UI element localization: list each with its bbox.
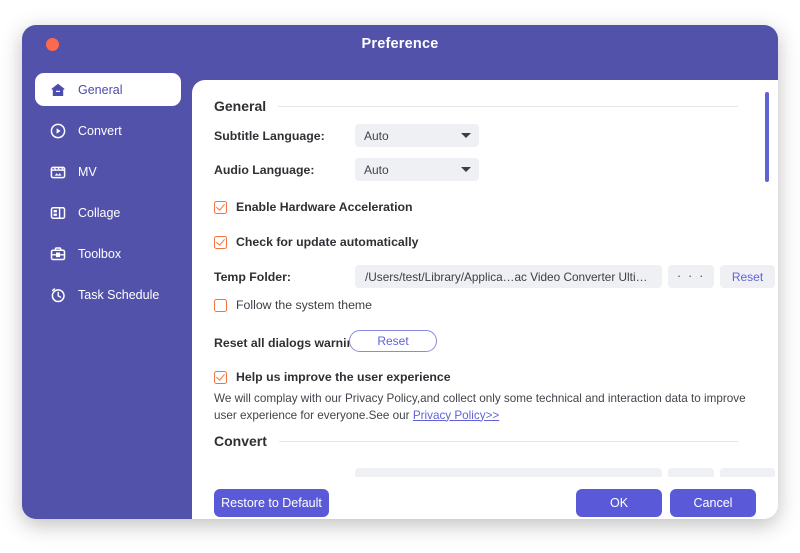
preference-window: Preference General Convert MV Collage To… (22, 25, 778, 519)
output-folder-browse-button-clipped[interactable] (668, 468, 714, 477)
enable-hardware-acceleration-row[interactable]: Enable Hardware Acceleration (214, 200, 413, 214)
audio-language-select[interactable]: Auto (355, 158, 479, 181)
vertical-scrollbar[interactable] (765, 92, 769, 472)
restore-to-default-button[interactable]: Restore to Default (214, 489, 329, 517)
toolbox-icon (49, 245, 67, 263)
check-update-automatically-checkbox[interactable] (214, 235, 227, 249)
title-bar: Preference (22, 25, 778, 65)
privacy-description: We will complay with our Privacy Policy,… (214, 391, 747, 424)
subtitle-language-select[interactable]: Auto (355, 124, 479, 147)
follow-system-theme-row[interactable]: Follow the system theme (214, 298, 372, 312)
sidebar-item-label: General (78, 82, 123, 97)
section-divider (278, 440, 738, 442)
help-improve-experience-checkbox[interactable] (214, 370, 227, 384)
privacy-policy-link[interactable]: Privacy Policy>> (413, 409, 499, 422)
clapperboard-icon (49, 163, 67, 181)
sidebar-item-general[interactable]: General (35, 73, 181, 106)
temp-folder-browse-button[interactable]: · · · (668, 265, 714, 288)
sidebar-item-label: MV (78, 164, 97, 179)
subtitle-language-label: Subtitle Language: (214, 129, 325, 143)
sidebar-item-label: Collage (78, 205, 121, 220)
dialog-footer: Restore to Default OK Cancel (192, 477, 778, 519)
privacy-text-line2: experience for everyone.See our (240, 408, 413, 422)
output-folder-input-clipped[interactable] (355, 468, 662, 477)
ok-button[interactable]: OK (576, 489, 662, 517)
sidebar-item-convert[interactable]: Convert (35, 114, 181, 147)
scrollbar-thumb[interactable] (765, 92, 769, 182)
help-improve-experience-label: Help us improve the user experience (236, 370, 451, 384)
window-title: Preference (361, 36, 439, 52)
temp-folder-input[interactable]: /Users/test/Library/Applica…ac Video Con… (355, 265, 662, 288)
clock-icon (49, 286, 67, 304)
subtitle-language-value: Auto (364, 128, 389, 143)
enable-hardware-acceleration-label: Enable Hardware Acceleration (236, 200, 413, 214)
section-divider (278, 105, 738, 107)
follow-system-theme-label: Follow the system theme (236, 298, 372, 312)
temp-folder-label: Temp Folder: (214, 270, 291, 284)
check-update-automatically-label: Check for update automatically (236, 235, 419, 249)
audio-language-value: Auto (364, 162, 389, 177)
home-icon (49, 81, 67, 99)
check-update-automatically-row[interactable]: Check for update automatically (214, 235, 418, 249)
cancel-button[interactable]: Cancel (670, 489, 756, 517)
play-circle-icon (49, 122, 67, 140)
chevron-down-icon (461, 133, 471, 138)
sidebar-item-task-schedule[interactable]: Task Schedule (35, 278, 181, 311)
enable-hardware-acceleration-checkbox[interactable] (214, 200, 227, 214)
help-improve-experience-row[interactable]: Help us improve the user experience (214, 370, 451, 384)
layout-grid-icon (49, 204, 67, 222)
sidebar-item-collage[interactable]: Collage (35, 196, 181, 229)
sidebar-item-label: Task Schedule (78, 287, 160, 302)
sidebar-item-toolbox[interactable]: Toolbox (35, 237, 181, 270)
reset-dialogs-warnings-button[interactable]: Reset (349, 330, 437, 352)
output-folder-label-clipped (214, 470, 217, 477)
section-header-convert: Convert (214, 433, 738, 449)
follow-system-theme-checkbox[interactable] (214, 298, 227, 312)
preferences-content-panel: General Subtitle Language: Auto Audio La… (192, 80, 778, 519)
section-header-general: General (214, 98, 738, 114)
sidebar-item-label: Convert (78, 123, 122, 138)
scroll-area: General Subtitle Language: Auto Audio La… (192, 80, 778, 477)
temp-folder-value: /Users/test/Library/Applica…ac Video Con… (365, 269, 652, 284)
sidebar-item-label: Toolbox (78, 246, 122, 261)
sidebar: General Convert MV Collage Toolbox Task … (22, 65, 192, 519)
chevron-down-icon (461, 167, 471, 172)
sidebar-item-mv[interactable]: MV (35, 155, 181, 188)
audio-language-label: Audio Language: (214, 163, 315, 177)
